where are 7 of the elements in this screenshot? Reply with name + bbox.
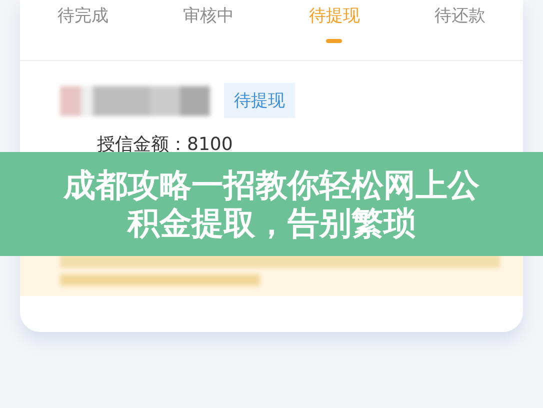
tab[interactable]: 待提现 — [272, 0, 398, 60]
credit-line: 授信金额：8100 — [97, 133, 234, 156]
status-tag: 待提现 — [224, 83, 295, 118]
tab[interactable]: 待还款 — [397, 0, 523, 60]
banner-title: 成都攻略一招教你轻松网上公积金提取，告别繁琐 — [64, 166, 480, 242]
tab[interactable]: 待完成 — [20, 0, 146, 60]
tab[interactable]: 审核中 — [146, 0, 272, 60]
